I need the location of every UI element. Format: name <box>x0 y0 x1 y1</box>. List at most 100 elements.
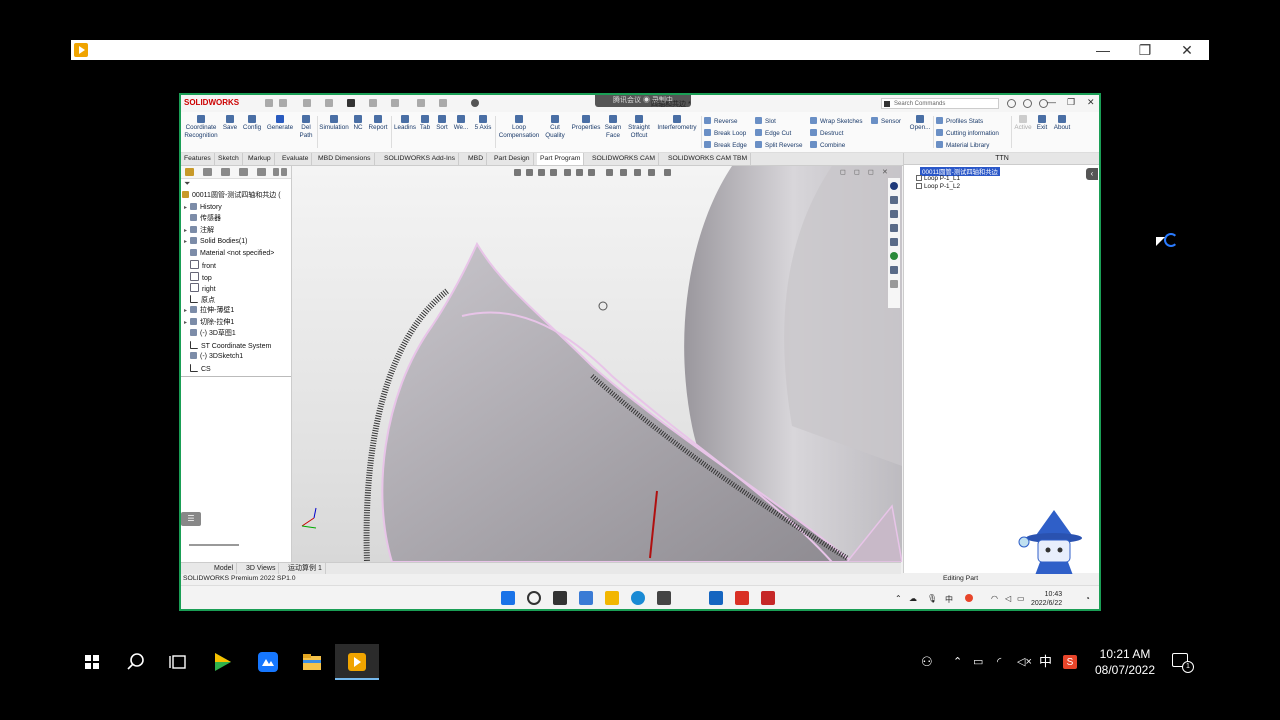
sw-close-button[interactable]: ✕ <box>1087 97 1095 108</box>
microphone-icon[interactable]: 🎙 <box>927 594 937 603</box>
tree-item-history[interactable]: ▸ History <box>184 203 222 213</box>
we-button[interactable]: We... <box>453 115 469 132</box>
tree-item-front[interactable]: front <box>184 260 216 272</box>
property-manager-icon[interactable] <box>203 168 212 176</box>
appearances-icon[interactable] <box>890 252 898 260</box>
tree-item-extrude-thin[interactable]: ▸ 拉伸-薄壁1 <box>184 306 234 316</box>
sw-restore-button[interactable]: ❐ <box>1067 97 1075 108</box>
undo-icon[interactable] <box>369 99 377 107</box>
tab-model[interactable]: Model <box>211 563 238 574</box>
user-icon[interactable] <box>1007 99 1016 108</box>
save-icon[interactable] <box>325 99 333 107</box>
slot-button[interactable]: Slot <box>755 117 776 126</box>
search-icon[interactable] <box>125 651 147 673</box>
widgets-icon[interactable] <box>579 591 593 605</box>
clock[interactable]: 10:21 AM 08/07/2022 <box>1081 646 1169 678</box>
remote-ime-indicator[interactable]: 中 <box>945 594 953 605</box>
search-icon[interactable] <box>527 591 541 605</box>
file-explorer-icon[interactable] <box>890 224 898 232</box>
five-axis-button[interactable]: 5 Axis <box>473 115 493 132</box>
tab-mbd-dimensions[interactable]: MBD Dimensions <box>315 153 375 165</box>
cutting-information-button[interactable]: Cutting information <box>936 129 999 138</box>
dynamic-annotation-icon[interactable] <box>564 169 571 176</box>
remote-screen[interactable]: SOLIDWORKS 腾讯会议 ◉ 录制中 四轴和共边 * Search Com… <box>179 93 1101 611</box>
edge-icon[interactable] <box>631 591 645 605</box>
media-player-icon[interactable] <box>211 651 233 673</box>
configuration-manager-icon[interactable] <box>221 168 230 176</box>
break-edge-button[interactable]: Break Edge <box>704 141 747 150</box>
tree-item-3dsketch1[interactable]: (-) 3DSketch1 <box>184 352 243 362</box>
sogou-input-icon[interactable]: S <box>1063 655 1077 669</box>
coordinate-recognition-button[interactable]: Coordinate Recognition <box>183 115 219 140</box>
custom-properties-icon[interactable] <box>890 266 898 274</box>
tree-item-origin[interactable]: 原点 <box>184 295 215 306</box>
previous-view-icon[interactable] <box>538 169 545 176</box>
loop-compensation-button[interactable]: Loop Compensation <box>497 115 541 140</box>
tree-item-material[interactable]: Material <not specified> <box>184 249 274 259</box>
tab-evaluate[interactable]: Evaluate <box>279 153 313 165</box>
apply-scene-icon[interactable] <box>634 169 641 176</box>
vp-tile-icon[interactable]: ◻ <box>854 168 860 176</box>
zoom-area-icon[interactable] <box>526 169 533 176</box>
minimize-button[interactable]: — <box>1083 40 1123 60</box>
start-button[interactable] <box>85 655 99 669</box>
vp-maximize-icon[interactable]: ◻ <box>868 168 874 176</box>
people-icon[interactable]: ⚇ <box>921 654 933 670</box>
report-button[interactable]: Report <box>367 115 389 132</box>
save-button[interactable]: Save <box>221 115 239 132</box>
input-method-icon[interactable] <box>965 594 973 602</box>
volume-icon[interactable]: ◁ <box>1005 594 1011 603</box>
view-settings-icon[interactable] <box>648 169 655 176</box>
tab-sketch[interactable]: Sketch <box>215 153 243 165</box>
active-player-task[interactable] <box>335 644 379 680</box>
sensor-button[interactable]: Sensor <box>871 117 901 126</box>
tree-item-cut-extrude[interactable]: ▸ 切除-拉伸1 <box>184 318 234 328</box>
ime-indicator[interactable]: 中 <box>1039 654 1052 670</box>
tab-part-program[interactable]: Part Program <box>537 153 585 165</box>
cut-quality-button[interactable]: Cut Quality <box>543 115 567 140</box>
tree-item-annotations[interactable]: ▸ 注解 <box>184 226 214 236</box>
section-view-icon[interactable] <box>550 169 557 176</box>
wps-icon[interactable] <box>735 591 749 605</box>
print-icon[interactable] <box>347 99 355 107</box>
app-icon[interactable] <box>683 591 697 605</box>
reverse-button[interactable]: Reverse <box>704 117 737 126</box>
restore-button[interactable]: ❐ <box>1125 40 1165 60</box>
simulation-button[interactable]: Simulation <box>318 115 350 132</box>
wrap-sketches-button[interactable]: Wrap Sketches <box>810 117 863 126</box>
feature-manager-icon[interactable] <box>185 168 194 176</box>
cloud-icon[interactable]: ☁ <box>909 594 917 603</box>
solidworks-resources-icon[interactable] <box>890 182 898 190</box>
exit-button[interactable]: Exit <box>1035 115 1049 132</box>
redo-icon[interactable] <box>391 99 399 107</box>
wifi-icon[interactable]: ◜ <box>997 654 1001 670</box>
del-path-button[interactable]: Del Path <box>297 115 315 140</box>
tree-scroll-left-icon[interactable] <box>273 168 279 176</box>
task-view-icon[interactable] <box>167 651 189 673</box>
help-icon[interactable] <box>1023 99 1032 108</box>
show-hidden-icons-button[interactable]: ⌃ <box>953 654 962 670</box>
tree-item-solid-bodies[interactable]: ▸ Solid Bodies(1) <box>184 237 247 247</box>
volume-muted-icon[interactable]: ◁× <box>1017 654 1032 670</box>
home-icon[interactable] <box>265 99 273 107</box>
forum-icon[interactable] <box>890 280 898 288</box>
ttn-loop-item[interactable]: Loop P-1_L2 <box>916 183 960 190</box>
combine-button[interactable]: Combine <box>810 141 845 150</box>
panel-collapse-icon[interactable]: ‹ <box>1086 168 1098 180</box>
edge-cut-button[interactable]: Edge Cut <box>755 129 791 138</box>
split-reverse-button[interactable]: Split Reverse <box>755 141 802 150</box>
tree-item-sensors[interactable]: 传感器 <box>184 214 221 224</box>
view-palette-icon[interactable] <box>890 238 898 246</box>
vp-restore-icon[interactable]: ◻ <box>840 168 846 176</box>
rebuild-icon[interactable] <box>439 99 447 107</box>
tree-scroll-right-icon[interactable] <box>281 168 287 176</box>
tree-item-3d-sketch-cn[interactable]: (-) 3D草图1 <box>184 329 236 339</box>
display-manager-icon[interactable] <box>257 168 266 176</box>
hide-show-icon[interactable] <box>606 169 613 176</box>
vp-close-icon[interactable]: ✕ <box>882 168 888 176</box>
notification-icon[interactable]: ◔ <box>1085 594 1090 603</box>
tab-3d-views[interactable]: 3D Views <box>243 563 280 574</box>
tree-item-root[interactable]: 00011圆管-测试四轴和共边 ( <box>182 191 281 201</box>
new-file-icon[interactable] <box>279 99 287 107</box>
tab-part-design[interactable]: Part Design <box>491 153 534 165</box>
